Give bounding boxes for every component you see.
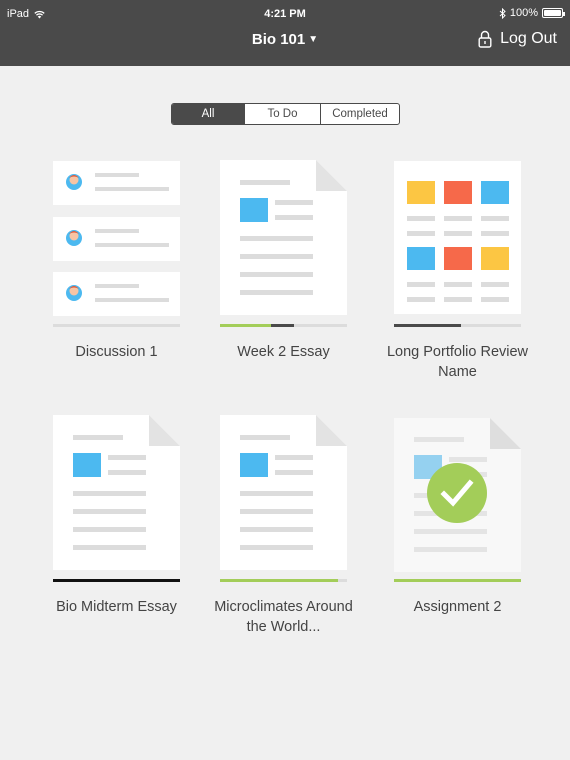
progress-bar xyxy=(394,579,521,582)
progress-bar xyxy=(53,324,180,327)
completed-document-thumbnail xyxy=(394,418,521,572)
progress-fill xyxy=(394,579,521,582)
top-bar: iPad 4:21 PM 100% Bio 101 ▼ Log Out xyxy=(0,0,570,66)
portfolio-thumbnail xyxy=(394,161,521,314)
progress-bar xyxy=(220,579,347,582)
assignment-title: Week 2 Essay xyxy=(237,344,330,360)
tab-all[interactable]: All xyxy=(172,104,245,124)
battery-icon xyxy=(542,8,565,18)
battery-percent: 100% xyxy=(509,7,538,19)
assignment-title: Bio Midterm Essay xyxy=(56,599,177,615)
assignment-title: Long Portfolio Review Name xyxy=(386,344,529,380)
filter-segmented-control: All To Do Completed xyxy=(171,103,400,125)
lock-icon xyxy=(478,30,492,48)
document-thumbnail xyxy=(220,160,347,315)
progress-fill xyxy=(394,324,462,327)
course-title: Bio 101 xyxy=(251,31,306,48)
progress-fill xyxy=(53,579,180,582)
status-bar: iPad 4:21 PM 100% xyxy=(0,0,570,28)
progress-bar xyxy=(53,579,180,582)
progress-fill xyxy=(220,579,339,582)
tab-completed[interactable]: Completed xyxy=(321,104,399,124)
logout-button[interactable]: Log Out xyxy=(478,30,557,48)
status-time: 4:21 PM xyxy=(264,8,306,20)
assignment-title: Assignment 2 xyxy=(413,599,502,615)
assignment-title: Microclimates Around the World... xyxy=(214,599,353,635)
progress-fill xyxy=(220,324,294,327)
document-thumbnail xyxy=(220,415,347,570)
progress-bar xyxy=(394,324,521,327)
document-thumbnail xyxy=(53,415,180,570)
logout-label: Log Out xyxy=(500,30,557,47)
checkmark-icon xyxy=(427,463,487,523)
assignment-title: Discussion 1 xyxy=(75,344,158,360)
discussion-thumbnail xyxy=(53,161,180,316)
dropdown-caret-icon: ▼ xyxy=(308,34,319,45)
bluetooth-icon xyxy=(499,7,506,19)
progress-bar xyxy=(220,324,347,327)
tab-to-do[interactable]: To Do xyxy=(245,104,321,124)
